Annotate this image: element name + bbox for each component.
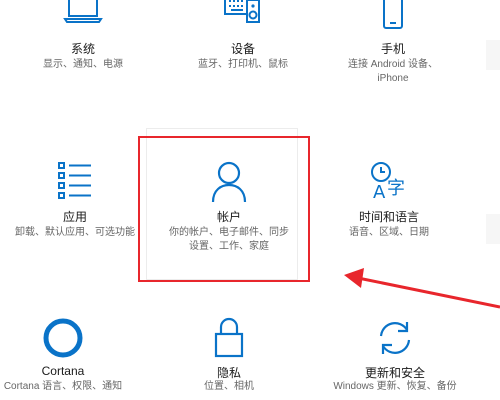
annotation-arrow-icon <box>344 268 500 309</box>
